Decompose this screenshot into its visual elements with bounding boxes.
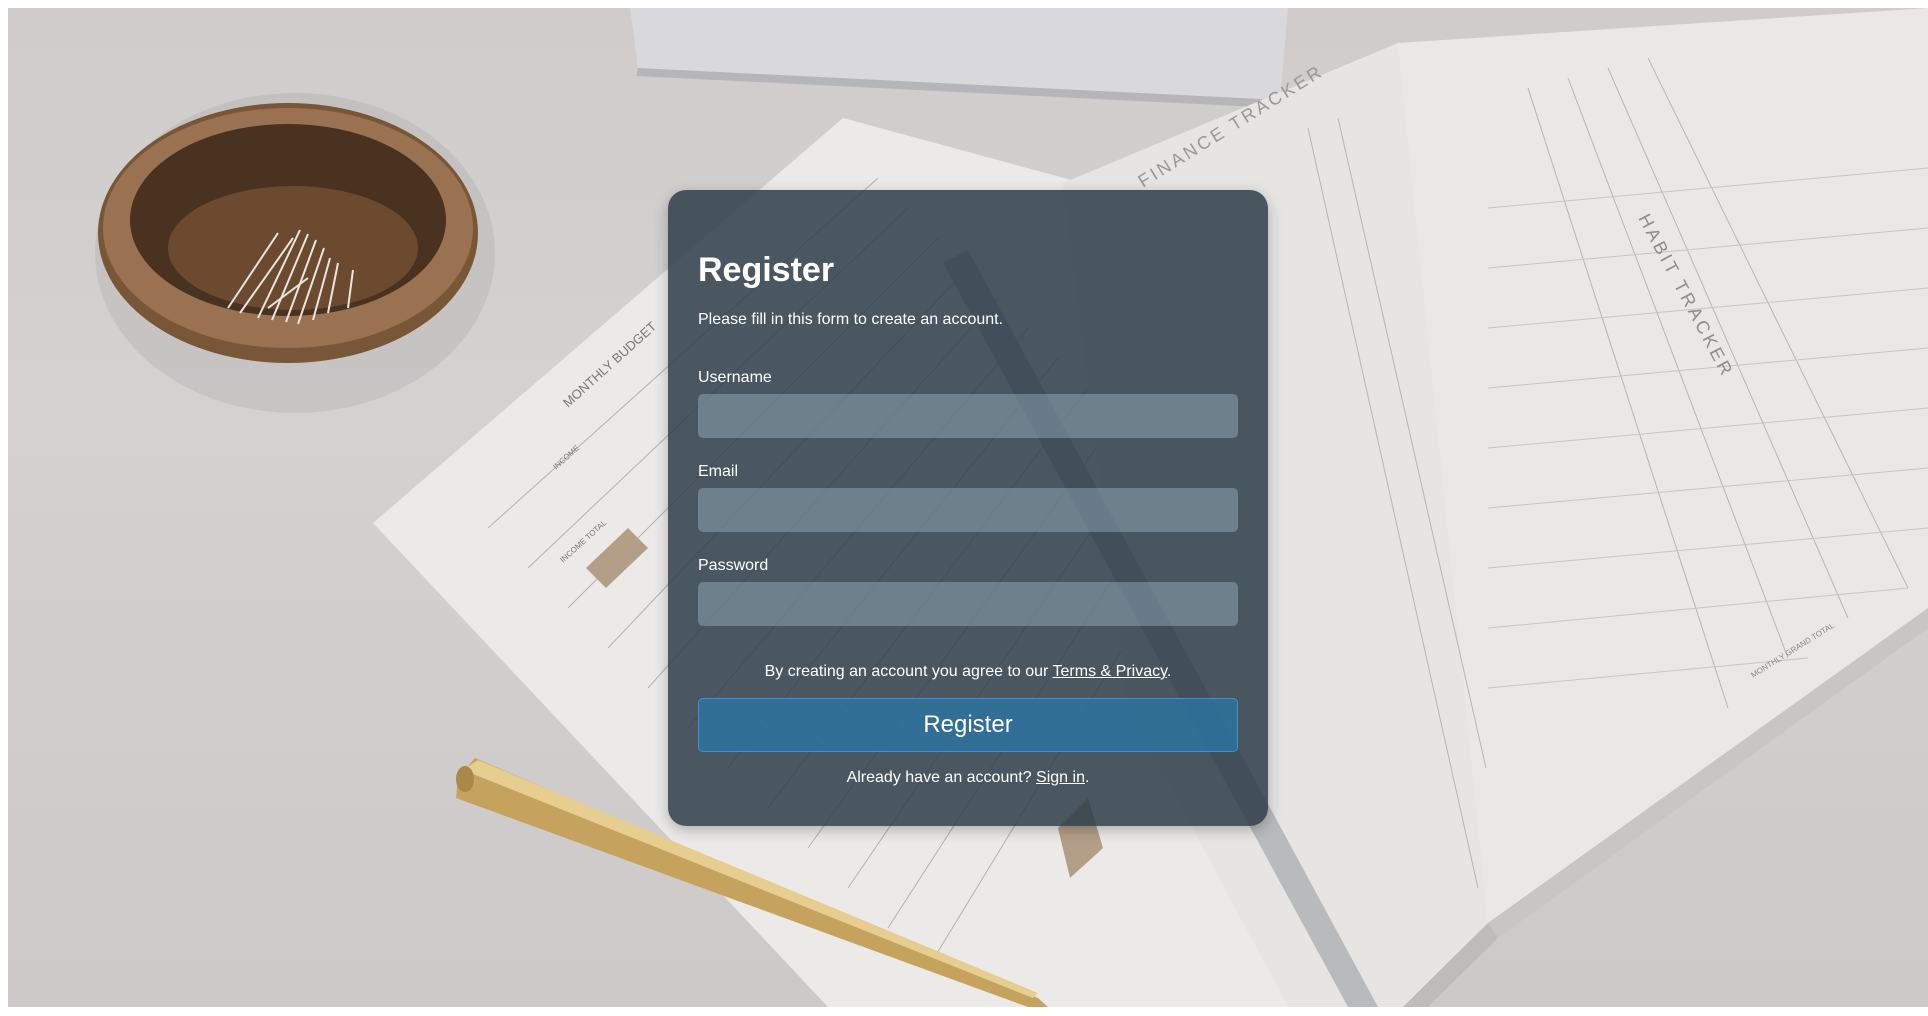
terms-notice-end: . <box>1166 663 1172 680</box>
page-title: Register <box>698 251 835 289</box>
signin-end: . <box>1084 769 1090 786</box>
password-label: Password <box>698 557 769 574</box>
username-label: Username <box>698 369 772 386</box>
signin-prompt: Already have an account? Sign in. <box>698 768 1238 788</box>
form-subtitle: Please fill in this form to create an ac… <box>698 311 1004 328</box>
terms-privacy-link[interactable]: Terms & Privacy <box>1053 663 1167 680</box>
notebook-right-page <box>1398 8 1928 923</box>
email-label: Email <box>698 463 739 480</box>
terms-notice: By creating an account you agree to our … <box>698 662 1238 682</box>
email-input[interactable] <box>698 488 1238 532</box>
password-input[interactable] <box>698 582 1238 626</box>
username-input[interactable] <box>698 394 1238 438</box>
signin-link[interactable]: Sign in <box>1036 769 1085 786</box>
terms-notice-text: By creating an account you agree to our <box>764 663 1053 680</box>
register-button[interactable]: Register <box>698 698 1238 752</box>
register-card: Register Please fill in this form to cre… <box>668 190 1268 826</box>
signin-text: Already have an account? <box>846 769 1037 786</box>
